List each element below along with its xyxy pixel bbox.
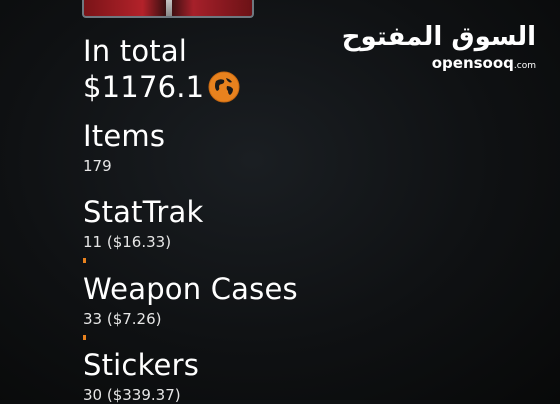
logo-arabic-text: السوق المفتوح <box>341 22 536 52</box>
globe-icon[interactable] <box>208 71 240 103</box>
logo-english-text: opensooq.com <box>342 54 536 72</box>
stat-value: 11 ($16.33) <box>83 233 172 251</box>
stat-weapon-cases: Weapon Cases 33 ($7.26) <box>83 273 298 328</box>
stat-title: Weapon Cases <box>83 272 298 306</box>
profile-avatar[interactable] <box>82 0 254 18</box>
total-value: $1176.1 <box>83 70 205 104</box>
logo-english-name: opensooq <box>431 54 514 72</box>
opensooq-watermark-logo: السوق المفتوح opensooq.com <box>342 22 536 72</box>
stat-value: 179 <box>83 157 112 175</box>
total-value-row: $1176.1 <box>83 71 240 103</box>
total-section: In total $1176.1 <box>83 35 240 103</box>
stattrak-progress-marker <box>83 258 86 263</box>
avatar-detail <box>166 0 172 16</box>
stat-items: Items 179 <box>83 120 165 175</box>
stat-value: 30 ($339.37) <box>83 386 181 404</box>
total-label: In total <box>83 34 188 68</box>
stat-title: Stickers <box>83 348 200 382</box>
stat-title: Items <box>83 119 166 153</box>
stat-title: StatTrak <box>83 195 204 229</box>
weapon-cases-progress-marker <box>83 335 86 340</box>
stat-stattrak: StatTrak 11 ($16.33) <box>83 196 203 251</box>
logo-domain: .com <box>513 61 536 71</box>
stat-value: 33 ($7.26) <box>83 310 162 328</box>
stat-stickers: Stickers 30 ($339.37) <box>83 349 199 404</box>
